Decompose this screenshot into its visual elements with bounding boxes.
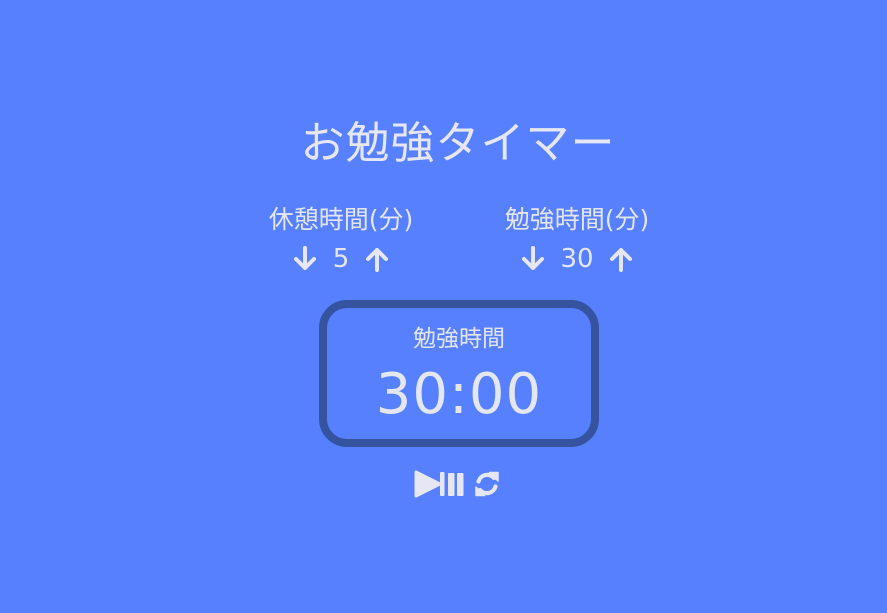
break-setting: 休憩時間(分) 5	[231, 200, 451, 276]
session-decrement-button[interactable]	[520, 244, 546, 274]
reset-button[interactable]	[472, 469, 502, 499]
session-length-label: 勉強時間(分)	[504, 205, 650, 234]
play-pause-icon	[414, 470, 464, 498]
arrow-up-icon	[366, 248, 388, 272]
arrow-down-icon	[294, 246, 316, 270]
break-length-value: 5	[332, 244, 350, 274]
time-left-display: 30:00	[375, 362, 543, 427]
app-title: お勉強タイマー	[300, 118, 616, 169]
timer-controls	[414, 466, 506, 502]
break-length-label: 休憩時間(分)	[268, 205, 414, 234]
break-length-controls: 5	[231, 242, 451, 276]
timer-label: 勉強時間	[413, 326, 505, 352]
break-decrement-button[interactable]	[292, 244, 318, 274]
session-length-controls: 30	[467, 242, 687, 276]
refresh-icon	[475, 471, 499, 497]
arrow-up-icon	[609, 248, 632, 272]
session-setting: 勉強時間(分) 30	[467, 200, 687, 276]
start-stop-button[interactable]	[414, 469, 464, 499]
timer-panel: 勉強時間 30:00	[319, 300, 599, 447]
break-increment-button[interactable]	[364, 244, 390, 274]
arrow-down-icon	[522, 246, 545, 270]
session-increment-button[interactable]	[608, 244, 634, 274]
session-length-value: 30	[560, 244, 594, 274]
